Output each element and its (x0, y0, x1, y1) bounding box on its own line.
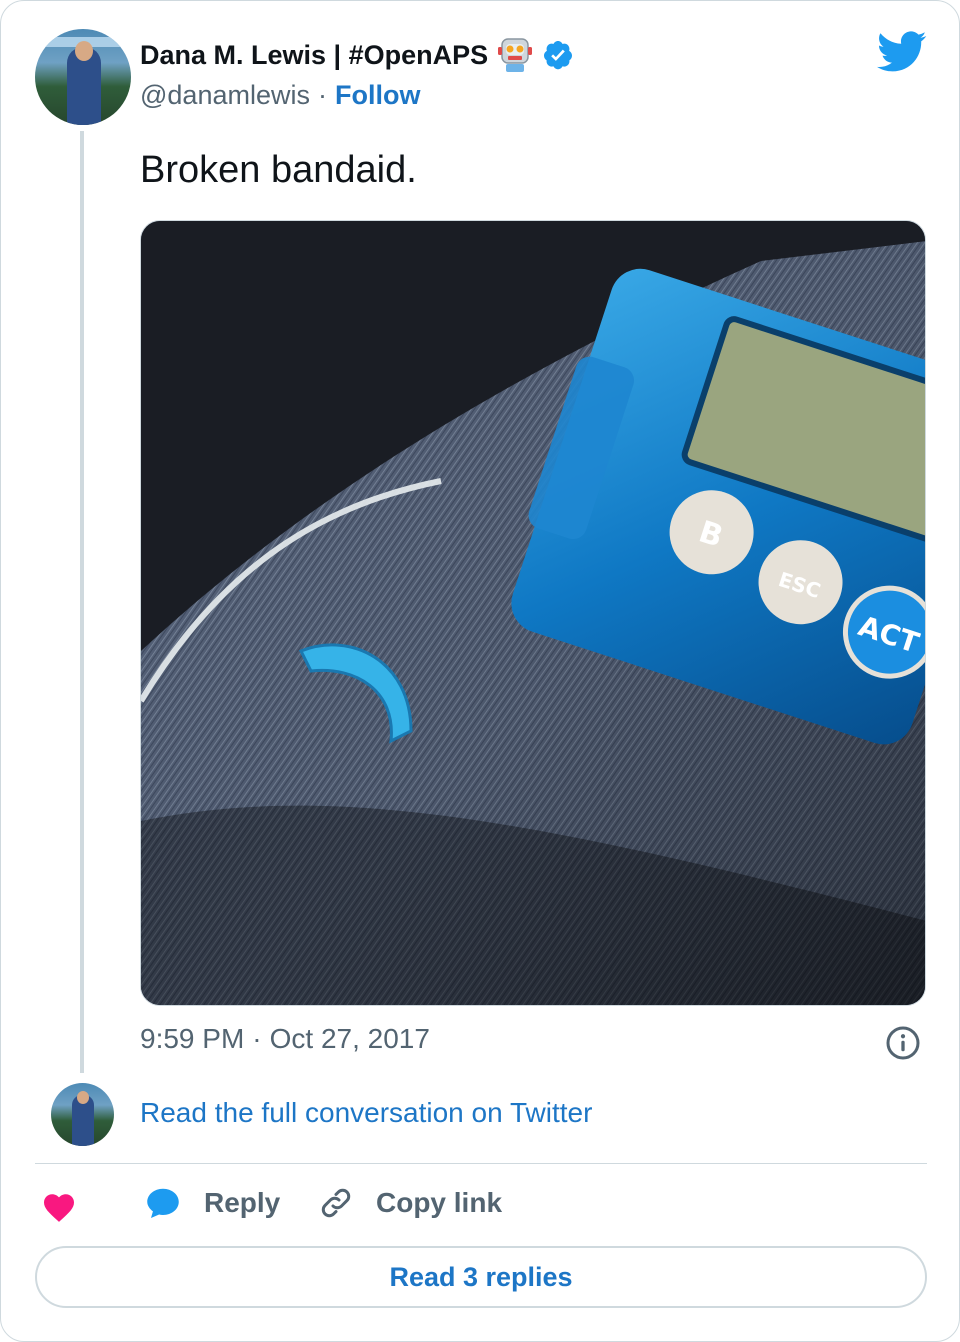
author-handle-row: @danamlewis · Follow (140, 77, 420, 113)
tweet-embed-card: Dana M. Lewis | #OpenAPS @danamlewis · F… (0, 0, 960, 1342)
thread-line (80, 131, 84, 1073)
tweet-timestamp[interactable]: 9:59 PM · Oct 27, 2017 (140, 1023, 430, 1055)
like-heart-icon[interactable] (41, 1189, 77, 1223)
actions-divider (35, 1163, 927, 1164)
author-avatar[interactable] (35, 29, 131, 125)
tweet-text: Broken bandaid. (140, 149, 417, 191)
handle-separator: · (317, 79, 327, 110)
link-icon (321, 1188, 351, 1218)
conversation-avatar[interactable] (51, 1083, 114, 1146)
twitter-bird-icon[interactable] (877, 31, 927, 73)
copy-link-button[interactable]: Copy link (318, 1185, 502, 1221)
timestamp-separator: · (252, 1023, 262, 1054)
verified-badge-icon (544, 41, 573, 70)
reply-bubble-icon (147, 1188, 179, 1218)
read-full-conversation-link[interactable]: Read the full conversation on Twitter (140, 1097, 592, 1129)
read-replies-button[interactable]: Read 3 replies (35, 1246, 927, 1308)
reply-label: Reply (204, 1187, 281, 1218)
copy-link-label: Copy link (376, 1187, 503, 1218)
info-icon[interactable] (885, 1025, 921, 1061)
tweet-actions: Reply Copy link (1, 1179, 960, 1235)
tweet-photo[interactable]: B ESC ACT (140, 220, 926, 1006)
author-display-name[interactable]: Dana M. Lewis | #OpenAPS (140, 40, 488, 71)
tweet-date: Oct 27, 2017 (269, 1023, 430, 1054)
author-name-row[interactable]: Dana M. Lewis | #OpenAPS (140, 37, 574, 73)
author-handle[interactable]: @danamlewis (140, 80, 310, 111)
follow-button[interactable]: Follow (335, 80, 420, 111)
reply-button[interactable]: Reply (144, 1185, 280, 1221)
tweet-time: 9:59 PM (140, 1023, 245, 1054)
robot-icon (498, 38, 533, 72)
